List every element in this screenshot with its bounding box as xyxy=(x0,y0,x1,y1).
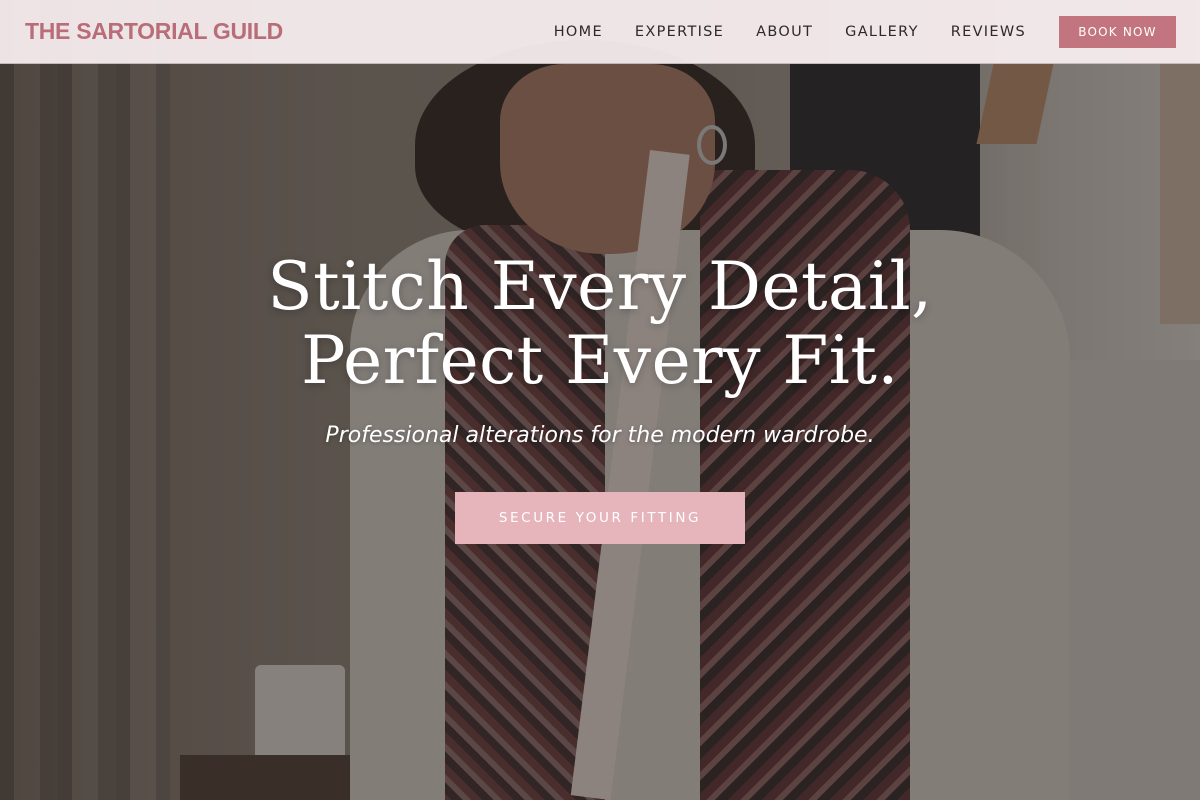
nav-reviews[interactable]: REVIEWS xyxy=(951,24,1026,40)
nav-about[interactable]: ABOUT xyxy=(756,24,813,40)
brand-logo[interactable]: THE SARTORIAL GUILD xyxy=(25,18,283,45)
hero-subheadline: Professional alterations for the modern … xyxy=(325,423,875,448)
nav-gallery[interactable]: GALLERY xyxy=(845,24,919,40)
nav-expertise[interactable]: EXPERTISE xyxy=(635,24,724,40)
hero-section: Stitch Every Detail, Perfect Every Fit. … xyxy=(0,0,1200,800)
nav-home[interactable]: HOME xyxy=(554,24,603,40)
hero-content: Stitch Every Detail, Perfect Every Fit. … xyxy=(0,250,1200,544)
book-now-button[interactable]: BOOK NOW xyxy=(1059,15,1176,48)
site-header: THE SARTORIAL GUILD HOME EXPERTISE ABOUT… xyxy=(0,0,1200,64)
hero-headline: Stitch Every Detail, Perfect Every Fit. xyxy=(267,248,933,399)
main-nav: HOME EXPERTISE ABOUT GALLERY REVIEWS BOO… xyxy=(554,15,1176,48)
secure-fitting-button[interactable]: SECURE YOUR FITTING xyxy=(455,492,745,544)
